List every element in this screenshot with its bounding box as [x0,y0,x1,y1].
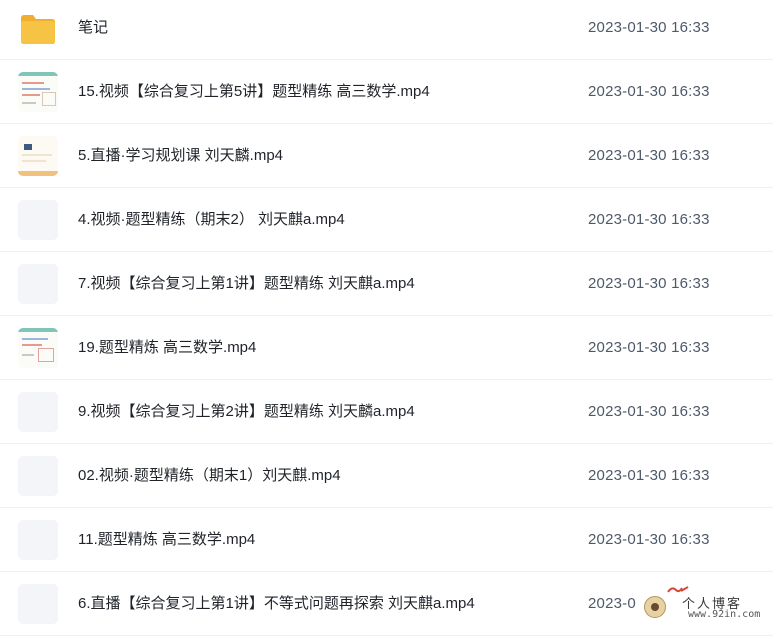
file-row[interactable]: 9.视频【综合复习上第2讲】题型精练 刘天麟a.mp4 2023-01-30 1… [0,380,773,444]
file-row[interactable]: 15.视频【综合复习上第5讲】题型精练 高三数学.mp4 2023-01-30 … [0,60,773,124]
file-name[interactable]: 9.视频【综合复习上第2讲】题型精练 刘天麟a.mp4 [78,402,415,422]
file-date: 2023-01-30 16:33 [588,339,710,356]
file-name[interactable]: 02.视频·题型精练（期末1）刘天麒.mp4 [78,466,341,486]
folder-icon [18,10,58,50]
video-placeholder-icon [18,584,58,624]
file-date: 2023-01-30 16:33 [588,403,710,420]
file-name[interactable]: 15.视频【综合复习上第5讲】题型精练 高三数学.mp4 [78,82,430,102]
file-date: 2023-01-30 16:33 [588,531,710,548]
file-name[interactable]: 7.视频【综合复习上第1讲】题型精练 刘天麒a.mp4 [78,274,415,294]
file-row[interactable]: 11.题型精炼 高三数学.mp4 2023-01-30 16:33 [0,508,773,572]
file-row[interactable]: 5.直播·学习规划课 刘天麟.mp4 2023-01-30 16:33 [0,124,773,188]
watermark-url: www.92in.com [688,609,761,620]
video-placeholder-icon [18,264,58,304]
video-thumbnail [18,72,58,112]
video-placeholder-icon [18,200,58,240]
file-list: 笔记 2023-01-30 16:33 15.视频【综合复习上第5讲】题型精练 … [0,0,773,636]
file-date: 2023-01-30 16:33 [588,211,710,228]
video-placeholder-icon [18,392,58,432]
file-date: 2023-01-30 16:33 [588,19,710,36]
file-name[interactable]: 5.直播·学习规划课 刘天麟.mp4 [78,146,283,166]
watermark-logo-icon [644,596,666,618]
file-date: 2023-01-30 16:33 [588,467,710,484]
video-thumbnail [18,328,58,368]
file-name[interactable]: 6.直播【综合复习上第1讲】不等式问题再探索 刘天麒a.mp4 [78,594,475,614]
file-date: 2023-01-30 16:33 [588,83,710,100]
video-placeholder-icon [18,456,58,496]
video-thumbnail [18,136,58,176]
file-name[interactable]: 11.题型精炼 高三数学.mp4 [78,530,255,550]
watermark: 个人博客 www.92in.com [640,582,770,622]
file-name[interactable]: 笔记 [78,18,108,38]
file-row[interactable]: 4.视频·题型精练（期末2） 刘天麒a.mp4 2023-01-30 16:33 [0,188,773,252]
file-name[interactable]: 4.视频·题型精练（期末2） 刘天麒a.mp4 [78,210,345,230]
file-date: 2023-01-30 16:33 [588,147,710,164]
file-row-folder-notes[interactable]: 笔记 2023-01-30 16:33 [0,0,773,60]
file-date: 2023-01-30 16:33 [588,275,710,292]
video-placeholder-icon [18,520,58,560]
file-date: 2023-0 [588,595,636,612]
file-name[interactable]: 19.题型精炼 高三数学.mp4 [78,338,256,358]
file-row[interactable]: 19.题型精炼 高三数学.mp4 2023-01-30 16:33 [0,316,773,380]
file-row[interactable]: 02.视频·题型精练（期末1）刘天麒.mp4 2023-01-30 16:33 [0,444,773,508]
file-row[interactable]: 7.视频【综合复习上第1讲】题型精练 刘天麒a.mp4 2023-01-30 1… [0,252,773,316]
